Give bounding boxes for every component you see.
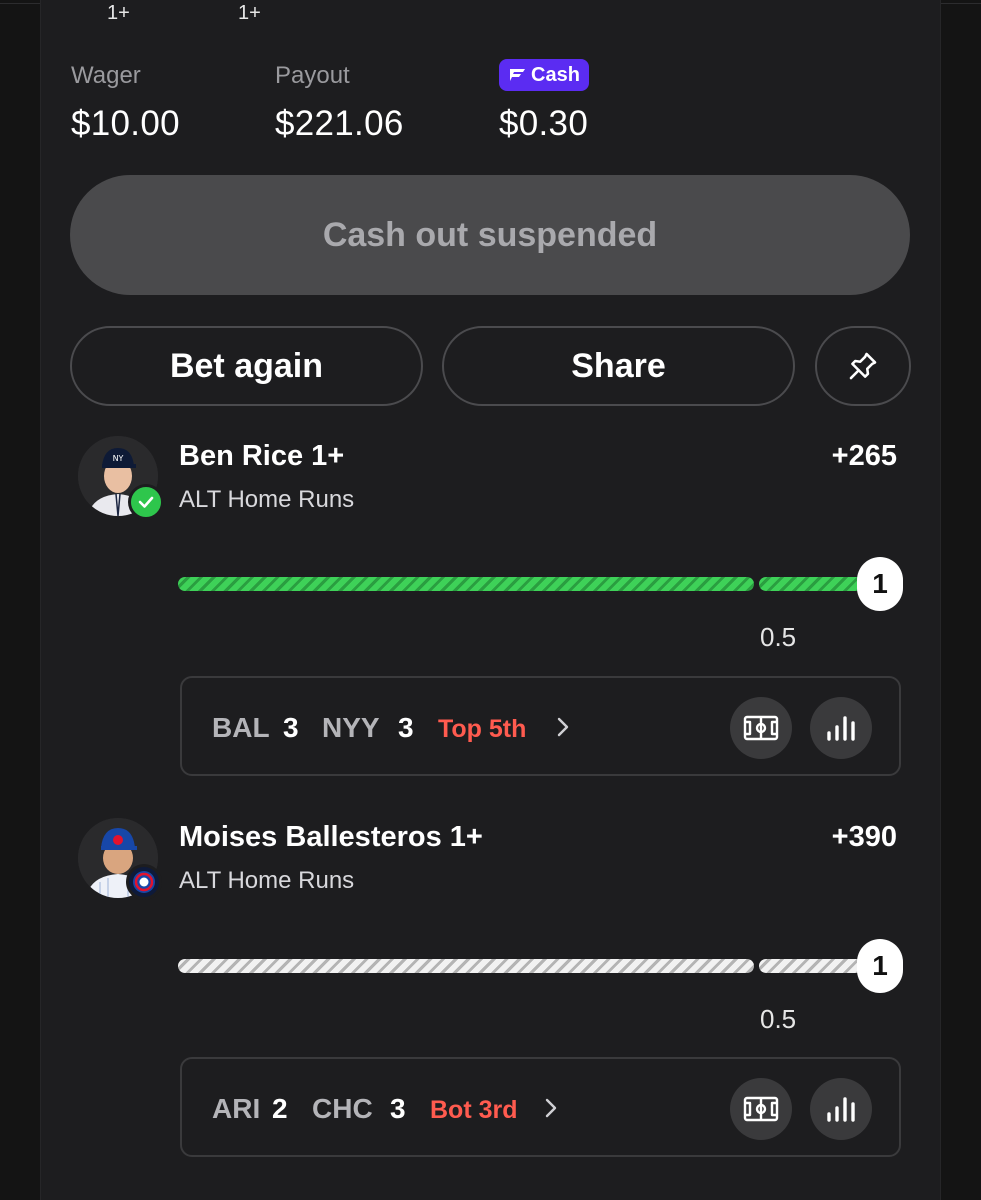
target-marker: 1 (857, 939, 903, 993)
lightning-icon (510, 69, 525, 81)
cash-stat: Cash $0.30 (499, 59, 589, 144)
leg-title: Ben Rice 1+ (179, 440, 345, 472)
share-label: Share (571, 346, 666, 385)
leg-market: ALT Home Runs (179, 867, 355, 894)
chevron-right-icon (557, 717, 569, 737)
leg-odds: +390 (831, 821, 897, 853)
leg-odds: +265 (831, 440, 897, 472)
payout-stat: Payout $221.06 (275, 62, 404, 144)
bet-again-label: Bet again (169, 346, 324, 385)
bar-chart-icon (827, 1097, 855, 1122)
home-score: 3 (398, 712, 414, 743)
game-status-row[interactable]: BAL 3 NYY 3 Top 5th (180, 676, 901, 776)
away-score: 3 (283, 712, 299, 743)
inning-status: Bot 3rd (430, 1096, 518, 1124)
progress-bar-segment (759, 959, 869, 973)
leg-market: ALT Home Runs (179, 486, 355, 513)
half-mark-label: 0.5 (760, 622, 797, 652)
bar-chart-icon (827, 716, 855, 741)
half-mark-label: 0.5 (760, 1004, 797, 1034)
cashout-label: Cash out suspended (322, 215, 658, 254)
progress-bar-segment (759, 577, 869, 591)
away-team: ARI (212, 1093, 261, 1124)
win-check-icon (128, 484, 164, 520)
leg-title: Moises Ballesteros 1+ (179, 821, 483, 853)
field-icon (743, 1096, 779, 1122)
stats-button[interactable] (810, 1078, 872, 1140)
stats-button[interactable] (810, 697, 872, 759)
svg-text:NY: NY (113, 454, 124, 463)
inning-status: Top 5th (438, 715, 527, 743)
cashout-button[interactable]: Cash out suspended (70, 175, 910, 295)
home-team: NYY (322, 712, 380, 743)
prev-leg-label: 1+ (107, 2, 130, 24)
wager-value: $10.00 (71, 104, 180, 143)
field-view-button[interactable] (730, 1078, 792, 1140)
cash-badge-label: Cash (531, 64, 580, 86)
home-score: 3 (390, 1093, 406, 1124)
share-button[interactable]: Share (442, 326, 795, 406)
field-icon (743, 715, 779, 741)
payout-label: Payout (275, 62, 350, 89)
progress-bar-segment (178, 959, 754, 973)
player-avatar: NY (78, 436, 164, 520)
wager-label: Wager (71, 62, 141, 89)
away-team: BAL (212, 712, 270, 743)
pin-icon (849, 352, 877, 380)
pin-button[interactable] (815, 326, 911, 406)
game-status-row[interactable]: ARI 2 CHC 3 Bot 3rd (180, 1057, 901, 1157)
target-marker: 1 (857, 557, 903, 611)
cash-badge: Cash (499, 59, 589, 91)
payout-value: $221.06 (275, 104, 404, 143)
wager-stat: Wager $10.00 (71, 62, 180, 144)
bet-again-button[interactable]: Bet again (70, 326, 423, 406)
home-team: CHC (312, 1093, 373, 1124)
prev-leg-label: 1+ (238, 2, 261, 24)
progress-bar-segment (178, 577, 754, 591)
chevron-right-icon (545, 1098, 557, 1118)
cash-value: $0.30 (499, 104, 589, 143)
team-logo-icon (126, 864, 162, 900)
away-score: 2 (272, 1093, 288, 1124)
player-avatar (78, 818, 162, 900)
field-view-button[interactable] (730, 697, 792, 759)
